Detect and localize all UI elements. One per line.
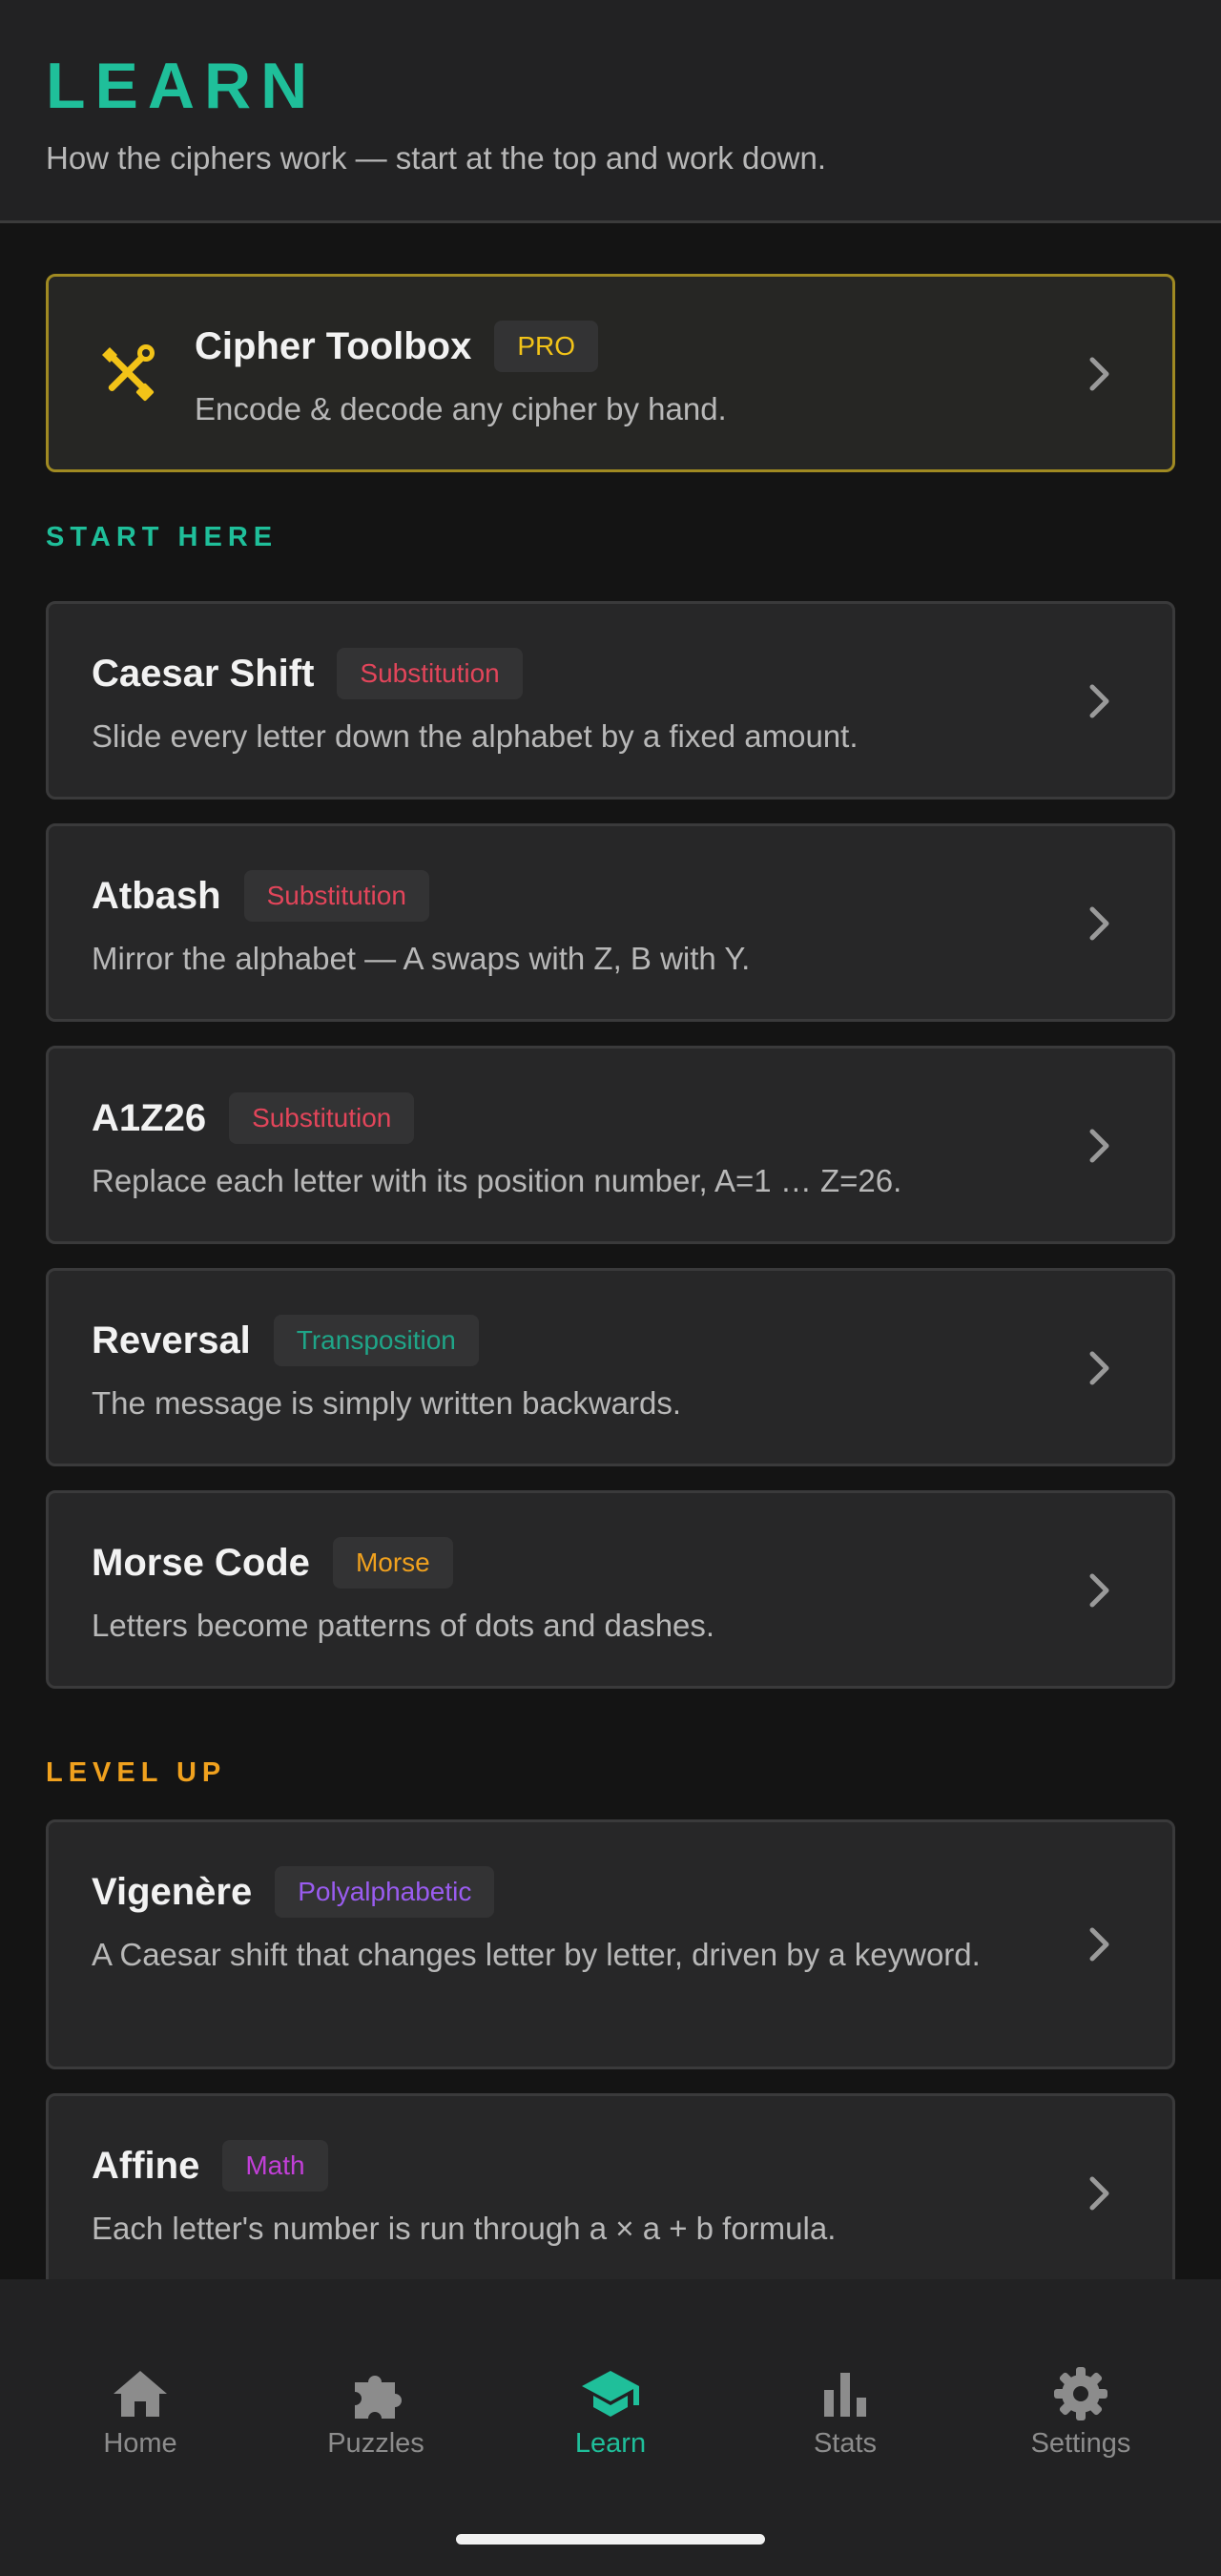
nav-label: Settings (1030, 2428, 1131, 2459)
card-title-row: Vigenère Polyalphabetic (92, 1865, 495, 1919)
card-title-row: Affine Math (92, 2139, 328, 2192)
graduation-cap-icon (582, 2371, 639, 2417)
nav-item-puzzles[interactable]: Puzzles (254, 2279, 498, 2518)
card-title-row: Morse Code Morse (92, 1536, 453, 1589)
cipher-card-affine[interactable]: Affine Math Each letter's number is run … (46, 2093, 1175, 2279)
card-title: A1Z26 (92, 1097, 207, 1139)
nav-item-stats[interactable]: Stats (723, 2279, 967, 2518)
nav-label: Stats (813, 2428, 878, 2459)
card-title: Cipher Toolbox (195, 325, 472, 367)
category-badge: Morse (332, 1537, 453, 1589)
chevron-right-icon (1089, 1351, 1109, 1385)
card-description: Encode & decode any cipher by hand. (195, 391, 727, 426)
bottom-nav: Home Puzzles Learn Stats Settings (0, 2279, 1221, 2576)
home-indicator[interactable] (456, 2534, 765, 2545)
section-label-start-here: START HERE (46, 522, 279, 552)
card-title-row: A1Z26 Substitution (92, 1091, 415, 1145)
category-badge: Transposition (273, 1315, 479, 1366)
cipher-toolbox-card[interactable]: Cipher Toolbox PRO Encode & decode any c… (46, 274, 1175, 472)
page-subtitle: How the ciphers work — start at the top … (46, 140, 827, 176)
card-description: Slide every letter down the alphabet by … (92, 718, 859, 754)
gear-icon (1054, 2367, 1107, 2420)
card-title: Atbash (92, 875, 221, 917)
cipher-card-caesar-shift[interactable]: Caesar Shift Substitution Slide every le… (46, 601, 1175, 800)
nav-item-learn[interactable]: Learn (488, 2279, 733, 2518)
category-badge: Math (222, 2140, 328, 2192)
bar-chart-icon (824, 2373, 866, 2417)
category-badge: Substitution (229, 1092, 415, 1144)
card-title: Reversal (92, 1319, 251, 1361)
card-title: Affine (92, 2145, 200, 2187)
chevron-right-icon (1089, 684, 1109, 718)
chevron-right-icon (1089, 2176, 1109, 2211)
card-title: Morse Code (92, 1542, 310, 1584)
tools-icon (102, 344, 155, 402)
card-description: Letters become patterns of dots and dash… (92, 1608, 715, 1643)
chevron-right-icon (1089, 357, 1109, 391)
cipher-card-a1z26[interactable]: A1Z26 Substitution Replace each letter w… (46, 1046, 1175, 1244)
chevron-right-icon (1089, 1573, 1109, 1608)
chevron-right-icon (1089, 1129, 1109, 1163)
card-description: Replace each letter with its position nu… (92, 1163, 902, 1198)
card-title-row: Reversal Transposition (92, 1314, 479, 1367)
nav-item-settings[interactable]: Settings (959, 2279, 1203, 2518)
card-description: Each letter's number is run through a × … (92, 2211, 837, 2246)
puzzle-icon (355, 2376, 402, 2419)
page-title: LEARN (46, 50, 318, 122)
card-title-row: Caesar Shift Substitution (92, 647, 523, 700)
page-header: LEARN How the ciphers work — start at th… (0, 0, 1221, 223)
section-label-level-up: LEVEL UP (46, 1757, 227, 1788)
card-title-row: Cipher Toolbox PRO (195, 320, 599, 373)
card-description: Mirror the alphabet — A swaps with Z, B … (92, 941, 751, 976)
nav-label: Home (103, 2428, 177, 2459)
nav-item-home[interactable]: Home (18, 2279, 262, 2518)
card-title: Caesar Shift (92, 653, 315, 695)
chevron-right-icon (1089, 906, 1109, 941)
card-title-row: Atbash Substitution (92, 869, 429, 923)
card-description: The message is simply written backwards. (92, 1385, 682, 1421)
home-icon (114, 2371, 167, 2417)
category-badge: Substitution (243, 870, 429, 922)
pro-badge: PRO (494, 321, 599, 372)
category-badge: Substitution (337, 648, 523, 699)
nav-label: Learn (574, 2428, 647, 2459)
nav-label: Puzzles (327, 2428, 424, 2459)
card-title: Vigenère (92, 1871, 253, 1913)
card-description: A Caesar shift that changes letter by le… (92, 1937, 981, 1972)
cipher-card-atbash[interactable]: Atbash Substitution Mirror the alphabet … (46, 823, 1175, 1022)
cipher-card-morse-code[interactable]: Morse Code Morse Letters become patterns… (46, 1490, 1175, 1689)
cipher-card-reversal[interactable]: Reversal Transposition The message is si… (46, 1268, 1175, 1466)
learn-content[interactable]: Cipher Toolbox PRO Encode & decode any c… (0, 226, 1221, 2279)
category-badge: Polyalphabetic (275, 1866, 495, 1918)
cipher-card-vigenere[interactable]: Vigenère Polyalphabetic A Caesar shift t… (46, 1819, 1175, 2069)
chevron-right-icon (1089, 1927, 1109, 1962)
